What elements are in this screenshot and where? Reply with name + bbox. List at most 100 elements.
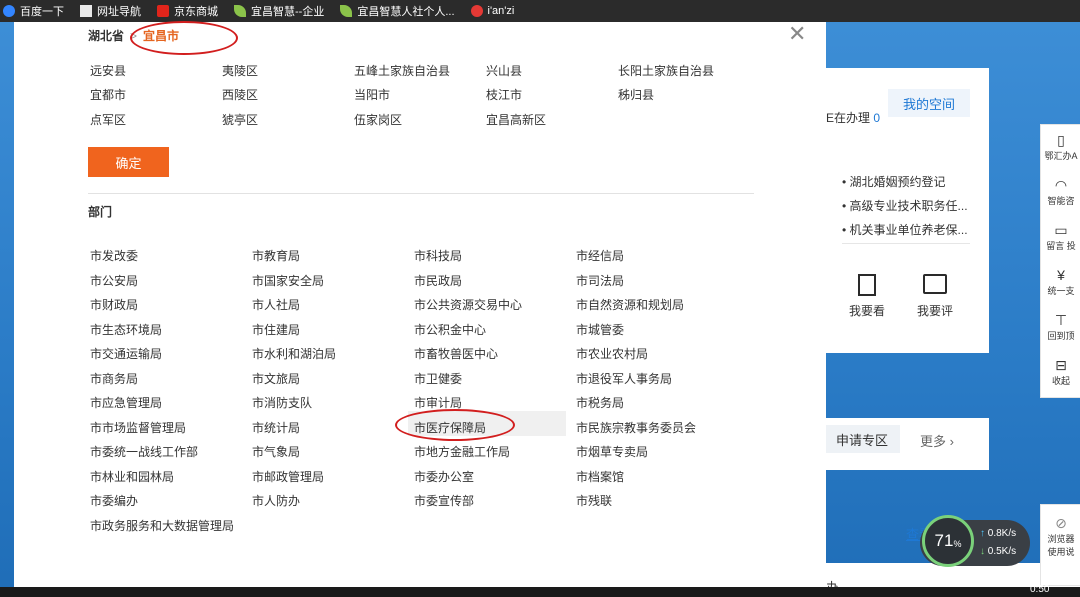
department-option[interactable]: 市应急管理局 — [90, 394, 162, 411]
confirm-button[interactable]: 确定 — [88, 147, 169, 177]
department-option[interactable]: 市林业和园林局 — [90, 468, 174, 485]
bookmark-ianzi[interactable]: i'an'zi — [463, 0, 523, 22]
side-tool-pay[interactable]: ¥ 统一支 — [1041, 262, 1080, 302]
side-tool-collapse[interactable]: ⊟ 收起 — [1041, 352, 1080, 392]
leaf-icon — [340, 5, 353, 17]
memory-gauge[interactable]: 71% — [922, 515, 974, 567]
department-option[interactable]: 市地方金融工作局 — [414, 443, 510, 460]
department-option[interactable]: 市残联 — [576, 492, 612, 509]
county-option[interactable]: 当阳市 — [354, 86, 390, 103]
department-title: 部门 — [88, 205, 113, 219]
county-option[interactable]: 远安县 — [90, 62, 126, 79]
department-option[interactable]: 市司法局 — [576, 272, 624, 289]
department-option[interactable]: 市商务局 — [90, 370, 138, 387]
department-option[interactable]: 市科技局 — [414, 247, 462, 264]
watch-button[interactable]: 我要看 — [842, 274, 892, 319]
department-option[interactable]: 市教育局 — [252, 247, 300, 264]
department-option[interactable]: 市气象局 — [252, 443, 300, 460]
county-option[interactable]: 秭归县 — [618, 86, 654, 103]
department-option[interactable]: 市民政局 — [414, 272, 462, 289]
close-icon[interactable]: ✕ — [788, 23, 806, 45]
department-option[interactable]: 市住建局 — [252, 321, 300, 338]
side-tool-message[interactable]: ▭ 留言 投 — [1041, 217, 1080, 257]
watch-icon — [858, 274, 876, 296]
leaf-icon — [234, 5, 246, 17]
department-option[interactable]: 市消防支队 — [252, 394, 312, 411]
side-tool-app[interactable]: ▯ 鄂汇办A — [1041, 127, 1080, 167]
bookmark-yichang-enterprise[interactable]: 宜昌智慧--企业 — [226, 0, 332, 22]
taskbar-clock: 0:50 — [1030, 584, 1050, 595]
news-item[interactable]: • 高级专业技术职务任... — [842, 194, 968, 218]
department-option[interactable]: 市人社局 — [252, 296, 300, 313]
department-option[interactable]: 市档案馆 — [576, 468, 624, 485]
department-option[interactable]: 市财政局 — [90, 296, 138, 313]
department-option[interactable]: 市邮政管理局 — [252, 468, 324, 485]
department-option[interactable]: 市发改委 — [90, 247, 138, 264]
department-option[interactable]: 市退役军人事务局 — [576, 370, 672, 387]
department-option[interactable]: 市委办公室 — [414, 468, 474, 485]
news-item[interactable]: • 机关事业单位养老保... — [842, 218, 968, 242]
county-option[interactable]: 宜昌高新区 — [486, 111, 546, 128]
department-option[interactable]: 市水利和湖泊局 — [252, 345, 336, 362]
department-option[interactable]: 市文旅局 — [252, 370, 300, 387]
news-divider — [842, 243, 970, 244]
department-option[interactable]: 市畜牧兽医中心 — [414, 345, 498, 362]
department-option[interactable]: 市委统一战线工作部 — [90, 443, 198, 460]
department-option[interactable]: 市人防办 — [252, 492, 300, 509]
county-option[interactable]: 夷陵区 — [222, 62, 258, 79]
bookmark-jd[interactable]: 京东商城 — [149, 0, 226, 22]
county-option[interactable]: 点军区 — [90, 111, 126, 128]
department-option[interactable]: 市自然资源和规划局 — [576, 296, 684, 313]
department-option[interactable]: 市公安局 — [90, 272, 138, 289]
department-option[interactable]: 市经信局 — [576, 247, 624, 264]
net-icon — [470, 5, 483, 17]
breadcrumb-province[interactable]: 湖北省 — [88, 29, 124, 43]
more-link[interactable]: 更多 › — [920, 431, 954, 450]
county-option[interactable]: 西陵区 — [222, 86, 258, 103]
side-tool-consult[interactable]: ◠ 智能咨 — [1041, 172, 1080, 212]
county-option[interactable]: 伍家岗区 — [354, 111, 402, 128]
taskbar: 0:50 — [0, 584, 1080, 597]
department-option[interactable]: 市交通运输局 — [90, 345, 162, 362]
department-option[interactable]: 市民族宗教事务委员会 — [576, 419, 696, 436]
upload-speed: ↑ 0.8K/s — [980, 528, 1017, 539]
my-space-button[interactable]: 我的空间 — [888, 89, 970, 117]
department-option[interactable]: 市税务局 — [576, 394, 624, 411]
department-option[interactable]: 市城管委 — [576, 321, 624, 338]
county-option[interactable]: 兴山县 — [486, 62, 522, 79]
bookmark-yichang-personal[interactable]: 宜昌智慧人社个人... — [332, 0, 462, 22]
county-option[interactable]: 宜都市 — [90, 86, 126, 103]
browser-side-panel[interactable]: ⊘ 浏览器 使用说 — [1040, 504, 1080, 586]
bookmark-nav[interactable]: 网址导航 — [72, 0, 149, 22]
review-button[interactable]: 我要评 — [910, 274, 960, 319]
city-highlight-circle — [130, 21, 238, 55]
department-option[interactable]: 市卫健委 — [414, 370, 462, 387]
department-option[interactable]: 市烟草专卖局 — [576, 443, 648, 460]
side-tool-top[interactable]: ⊤ 回到顶 — [1041, 307, 1080, 347]
section-divider — [88, 193, 754, 194]
department-option[interactable]: 市农业农村局 — [576, 345, 648, 362]
county-option[interactable]: 枝江市 — [486, 86, 522, 103]
department-option[interactable]: 市政务服务和大数据管理局 — [90, 517, 234, 534]
news-item[interactable]: • 湖北婚姻预约登记 — [842, 170, 968, 194]
collapse-icon: ⊟ — [1055, 357, 1067, 373]
department-option[interactable]: 市生态环境局 — [90, 321, 162, 338]
bookmark-baidu[interactable]: 百度一下 — [0, 0, 72, 22]
jd-icon — [157, 5, 169, 17]
department-option[interactable]: 市公积金中心 — [414, 321, 486, 338]
department-option[interactable]: 市统计局 — [252, 419, 300, 436]
side-toolbar: ▯ 鄂汇办A ◠ 智能咨 ▭ 留言 投 ¥ 统一支 ⊤ 回到顶 ⊟ 收起 — [1040, 124, 1080, 398]
department-option[interactable]: 市市场监督管理局 — [90, 419, 186, 436]
news-list: • 湖北婚姻预约登记 • 高级专业技术职务任... • 机关事业单位养老保... — [842, 170, 968, 242]
download-arrow-icon: ↓ — [980, 546, 985, 557]
download-speed: ↓ 0.5K/s — [980, 546, 1017, 557]
county-option[interactable]: 猇亭区 — [222, 111, 258, 128]
department-option[interactable]: 市国家安全局 — [252, 272, 324, 289]
phone-icon: ▯ — [1057, 132, 1065, 148]
department-option[interactable]: 市委宣传部 — [414, 492, 474, 509]
department-option[interactable]: 市委编办 — [90, 492, 138, 509]
department-option[interactable]: 市公共资源交易中心 — [414, 296, 522, 313]
county-option[interactable]: 五峰土家族自治县 — [354, 62, 450, 79]
county-option[interactable]: 长阳土家族自治县 — [618, 62, 714, 79]
department-highlight-circle — [395, 409, 515, 441]
